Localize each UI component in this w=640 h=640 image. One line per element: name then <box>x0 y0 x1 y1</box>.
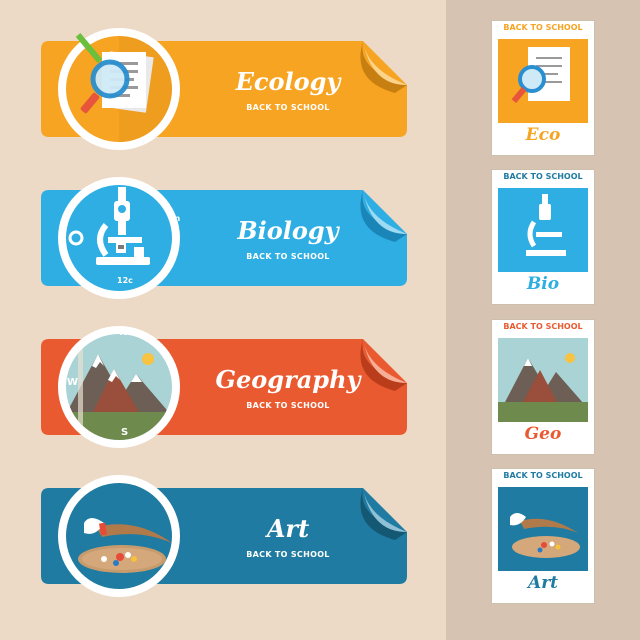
card-top-label: BACK TO SCHOOL <box>503 322 583 331</box>
card-geo[interactable]: BACK TO SCHOOL Geo <box>491 319 595 455</box>
card-label: Art <box>528 573 558 593</box>
mark-en: En <box>169 214 181 223</box>
compass-e: E <box>171 375 178 386</box>
compass-n: N <box>119 327 128 338</box>
compass-s: S <box>121 427 129 438</box>
mountain-landscape-icon <box>498 338 588 422</box>
mark-twelve-c: 12c <box>117 276 133 285</box>
microscope-icon <box>498 188 588 272</box>
banner-ecology[interactable]: Ecology BACK TO SCHOOL <box>41 28 407 150</box>
card-label: Bio <box>526 274 560 294</box>
banner-subtitle: BACK TO SCHOOL <box>246 103 330 112</box>
card-label: Eco <box>525 125 561 145</box>
card-art[interactable]: BACK TO SCHOOL Art <box>491 468 595 604</box>
banner-subtitle: BACK TO SCHOOL <box>246 252 330 261</box>
banner-title: Art <box>266 514 310 543</box>
palette-brush-icon <box>58 475 180 597</box>
card-top-label: BACK TO SCHOOL <box>503 471 583 480</box>
card-eco[interactable]: BACK TO SCHOOL Eco <box>491 20 595 156</box>
banner-title: Biology <box>237 216 339 245</box>
card-label: Geo <box>524 424 562 444</box>
magnifier-document-icon <box>58 28 180 150</box>
banner-geography[interactable]: N S E W Geography BACK TO SCHOOL <box>41 326 407 448</box>
magnifier-document-icon <box>498 39 588 123</box>
banner-title: Geography <box>215 365 361 394</box>
banner-subtitle: BACK TO SCHOOL <box>246 550 330 559</box>
card-top-label: BACK TO SCHOOL <box>503 23 583 32</box>
banner-art[interactable]: Art BACK TO SCHOOL <box>41 475 407 597</box>
palette-brush-icon <box>498 487 588 571</box>
banner-biology[interactable]: 1 En 12c Biology BACK TO SCHOOL <box>41 177 407 299</box>
banner-subtitle: BACK TO SCHOOL <box>246 401 330 410</box>
card-bio[interactable]: BACK TO SCHOOL Bio <box>491 169 595 305</box>
compass-w: W <box>67 377 79 388</box>
banner-title: Ecology <box>235 67 341 96</box>
mark-one: 1 <box>117 186 123 195</box>
card-top-label: BACK TO SCHOOL <box>503 172 583 181</box>
